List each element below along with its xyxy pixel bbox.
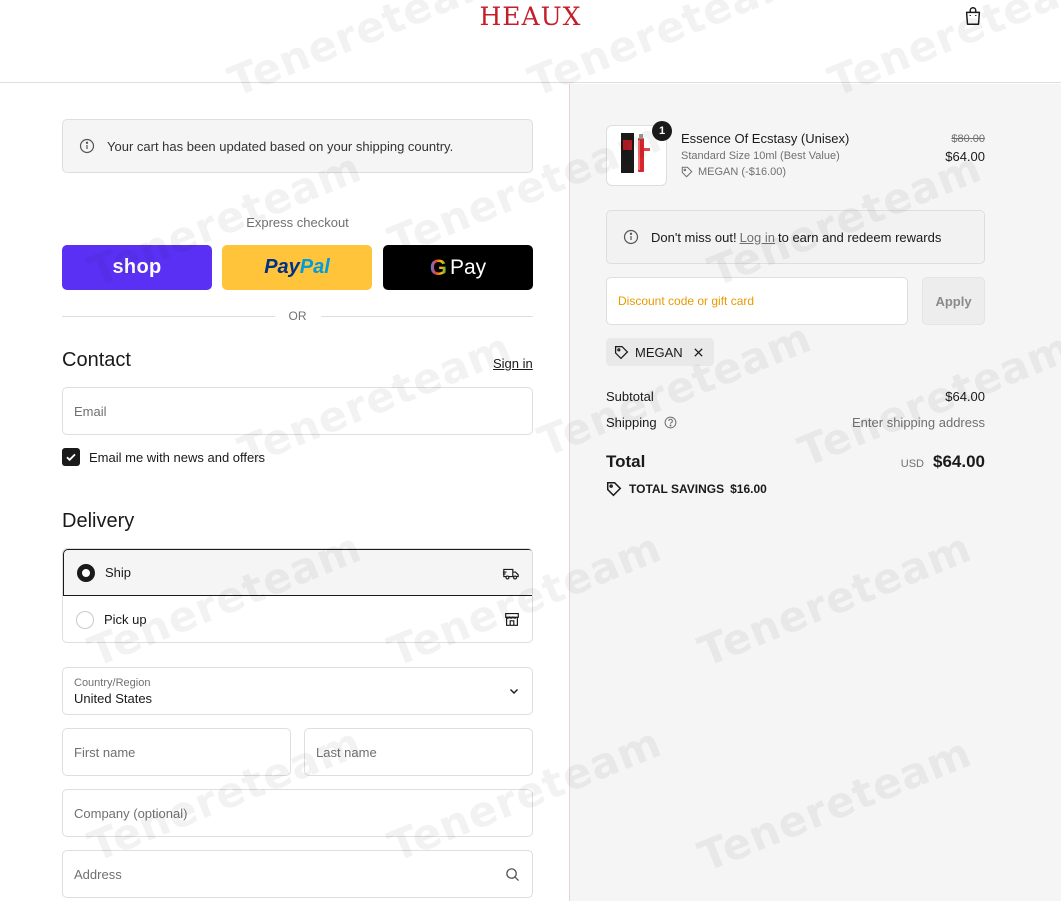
- shipping-label: Shipping: [606, 415, 657, 430]
- subtotal-value: $64.00: [945, 389, 985, 404]
- rewards-text-after: to earn and redeem rewards: [778, 229, 942, 245]
- contact-title: Contact: [62, 349, 131, 371]
- truck-icon: [502, 568, 519, 580]
- info-icon: [623, 229, 639, 245]
- product-variant: Standard Size 10ml (Best Value): [681, 150, 840, 162]
- ship-radio[interactable]: [77, 563, 95, 582]
- tag-icon: [606, 481, 622, 497]
- shop-pay-button[interactable]: shop: [62, 245, 212, 290]
- applied-code-label: MEGAN: [635, 344, 683, 360]
- pickup-radio[interactable]: [76, 610, 94, 629]
- last-name-field[interactable]: Last name: [304, 728, 533, 776]
- company-field[interactable]: Company (optional): [62, 789, 533, 837]
- paypal-button[interactable]: Pay Pal: [222, 245, 372, 290]
- total-value: $64.00: [933, 452, 985, 471]
- delivery-method-group: Ship Pick up: [62, 548, 533, 643]
- company-placeholder: Company (optional): [74, 805, 188, 821]
- google-pay-label: Pay: [449, 255, 487, 279]
- header: HEAUX: [0, 0, 1061, 83]
- first-name-placeholder: First name: [74, 744, 136, 760]
- first-name-field[interactable]: First name: [62, 728, 291, 776]
- country-region-select[interactable]: Country/Region United States: [62, 667, 533, 715]
- product-price: $64.00: [945, 149, 985, 164]
- total-label: Total: [606, 452, 646, 471]
- shipping-value: Enter shipping address: [852, 415, 985, 430]
- shipping-row: Shipping Enter shipping address: [606, 415, 985, 430]
- product-discount-text: MEGAN (-$16.00): [698, 166, 787, 178]
- newsletter-checkbox-row[interactable]: Email me with news and offers: [62, 448, 265, 466]
- applied-discount-tag: MEGAN: [606, 338, 714, 366]
- order-summary-column: 1 Essence Of Ecstasy (Unisex) Standard S…: [569, 84, 1061, 901]
- delivery-title: Delivery: [62, 510, 135, 532]
- delivery-option-pickup[interactable]: Pick up: [63, 596, 532, 642]
- tag-icon: [614, 345, 629, 359]
- newsletter-checkbox[interactable]: [62, 448, 80, 466]
- total-savings-label: TOTAL SAVINGS: [629, 482, 725, 496]
- total-savings-row: TOTAL SAVINGS $16.00: [606, 481, 767, 497]
- brand-logo[interactable]: HEAUX: [0, 2, 1061, 31]
- ship-label: Ship: [105, 565, 132, 580]
- product-name: Essence Of Ecstasy (Unisex): [681, 131, 850, 146]
- product-discount: MEGAN (-$16.00): [681, 166, 786, 178]
- last-name-placeholder: Last name: [316, 744, 377, 760]
- checkout-form-column: Your cart has been updated based on your…: [0, 84, 570, 901]
- apply-button[interactable]: Apply: [922, 277, 985, 325]
- store-icon: [505, 613, 519, 626]
- sign-in-link[interactable]: Sign in: [493, 356, 533, 371]
- subtotal-label: Subtotal: [606, 389, 654, 404]
- or-label: OR: [288, 309, 307, 323]
- express-checkout-label: Express checkout: [246, 215, 349, 230]
- rewards-login-link[interactable]: Log in: [740, 230, 775, 245]
- pickup-label: Pick up: [104, 612, 147, 627]
- address-placeholder: Address: [74, 866, 122, 882]
- rewards-banner: Don't miss out! Log in to earn and redee…: [606, 210, 985, 264]
- email-placeholder: Email: [74, 403, 107, 419]
- total-savings-value: $16.00: [730, 482, 767, 496]
- help-circle-icon[interactable]: [664, 416, 677, 429]
- newsletter-label: Email me with news and offers: [89, 449, 266, 465]
- google-pay-button[interactable]: G Pay: [383, 245, 533, 290]
- subtotal-row: Subtotal $64.00: [606, 389, 985, 404]
- product-original-price: $80.00: [951, 133, 985, 145]
- address-field[interactable]: Address: [62, 850, 533, 898]
- tag-icon: [681, 166, 693, 178]
- search-icon[interactable]: [505, 867, 520, 882]
- discount-code-placeholder: Discount code or gift card: [618, 294, 755, 308]
- paypal-label-part2: Pal: [299, 256, 330, 278]
- delivery-option-ship[interactable]: Ship: [63, 549, 532, 596]
- rewards-text-before: Don't miss out!: [651, 229, 737, 245]
- close-icon[interactable]: [693, 347, 704, 358]
- country-value: United States: [74, 691, 153, 706]
- or-divider: OR: [62, 308, 533, 324]
- quantity-badge: 1: [652, 121, 672, 141]
- currency-code: USD: [900, 458, 924, 470]
- email-field[interactable]: Email: [62, 387, 533, 435]
- cart-updated-notice: Your cart has been updated based on your…: [62, 119, 533, 173]
- paypal-label-part1: Pay: [264, 256, 300, 278]
- info-icon: [79, 138, 95, 154]
- discount-code-input[interactable]: Discount code or gift card: [606, 277, 908, 325]
- country-label: Country/Region: [74, 677, 151, 689]
- notice-text: Your cart has been updated based on your…: [107, 138, 454, 154]
- shop-pay-label: shop: [112, 256, 162, 278]
- google-g-icon: G: [429, 254, 447, 280]
- check-icon: [66, 453, 76, 462]
- shopping-bag-icon[interactable]: [962, 5, 984, 27]
- chevron-down-icon: [510, 689, 518, 694]
